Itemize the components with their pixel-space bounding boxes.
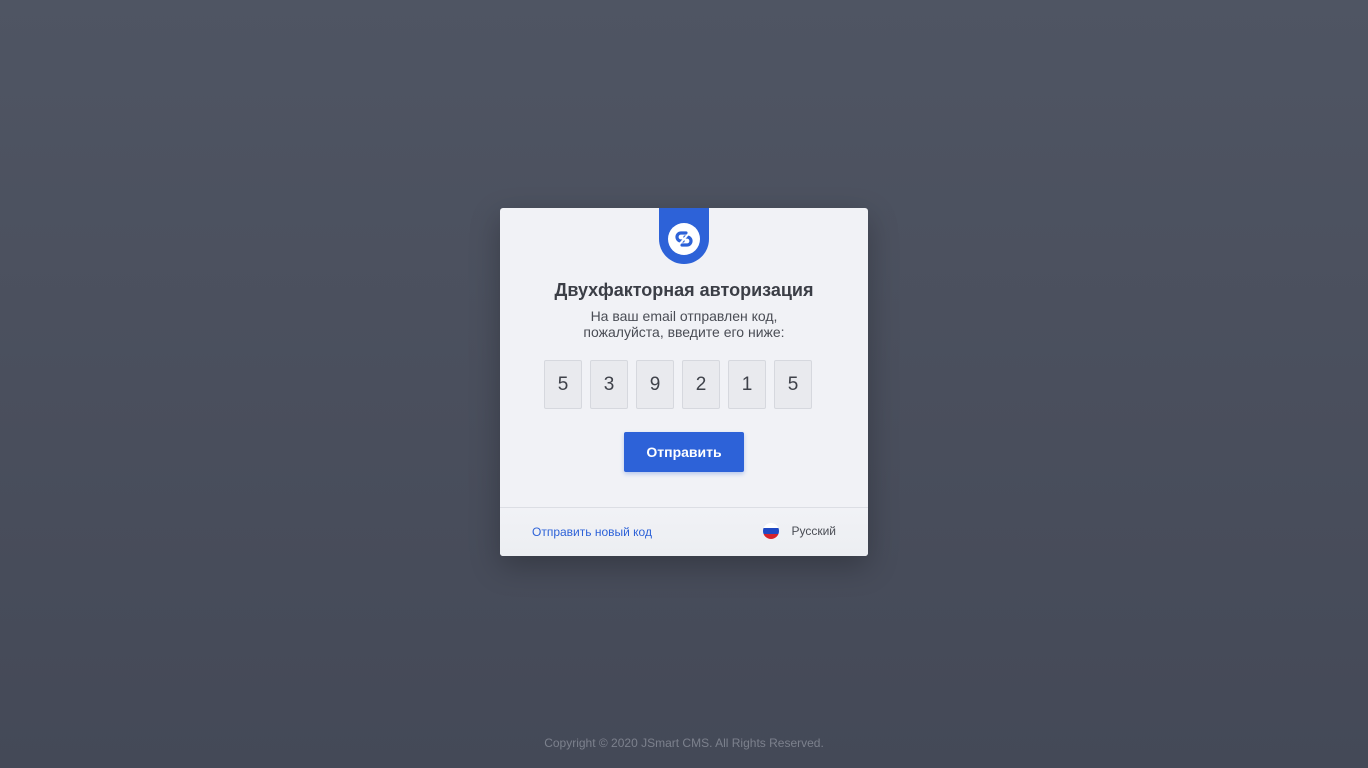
code-digit-input-2[interactable]: 3	[590, 360, 628, 409]
chain-link-logo-icon	[668, 223, 700, 255]
russia-flag-icon	[763, 523, 780, 539]
code-input-group: 5 3 9 2 1 5	[544, 360, 812, 409]
code-digit-input-1[interactable]: 5	[544, 360, 582, 409]
resend-code-link[interactable]: Отправить новый код	[532, 525, 652, 539]
copyright-text: Copyright © 2020 JSmart CMS. All Rights …	[544, 736, 824, 750]
code-digit-input-6[interactable]: 5	[774, 360, 812, 409]
instruction-line-2: пожалуйста, введите его ниже:	[583, 324, 785, 340]
code-digit-input-5[interactable]: 1	[728, 360, 766, 409]
instruction-text: На ваш email отправлен код, пожалуйста, …	[500, 308, 868, 340]
code-digit-input-3[interactable]: 9	[636, 360, 674, 409]
submit-button[interactable]: Отправить	[624, 432, 744, 472]
language-selector[interactable]: Русский	[763, 523, 836, 539]
card-footer: Отправить новый код Русский	[500, 508, 868, 556]
language-label: Русский	[791, 524, 836, 538]
page-title: Двухфакторная авторизация	[554, 280, 814, 300]
brand-logo-tab	[659, 208, 709, 264]
two-factor-card: Двухфакторная авторизация На ваш email о…	[500, 208, 868, 556]
code-digit-input-4[interactable]: 2	[682, 360, 720, 409]
instruction-line-1: На ваш email отправлен код,	[590, 308, 778, 324]
